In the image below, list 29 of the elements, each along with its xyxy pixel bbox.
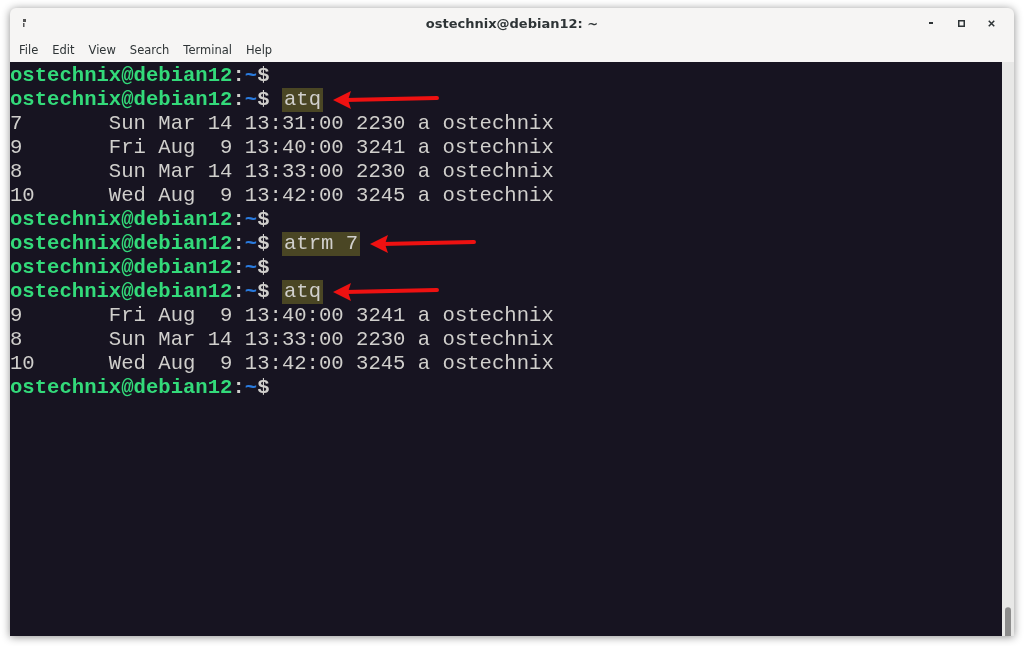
output-line: 10 Wed Aug 9 13:42:00 3245 a ostechnix [10, 184, 554, 208]
command-text: atrm 7 [281, 232, 361, 256]
output-line: 8 Sun Mar 14 13:33:00 2230 a ostechnix [10, 160, 554, 184]
minimize-icon [929, 22, 933, 24]
output-line: 9 Fri Aug 9 13:40:00 3241 a ostechnix [10, 136, 554, 160]
output-line: 10 Wed Aug 9 13:42:00 3245 a ostechnix [10, 352, 554, 376]
output-line: 8 Sun Mar 14 13:33:00 2230 a ostechnix [10, 328, 554, 352]
menu-item[interactable]: View [81, 41, 123, 59]
menu-item[interactable]: Search [122, 41, 177, 59]
menu-item[interactable]: Help [238, 41, 280, 59]
shell-prompt: ostechnix@debian12:~$ [10, 88, 270, 112]
pin-icon[interactable] [22, 19, 28, 27]
command-text: atq [281, 280, 323, 304]
scrollbar[interactable] [1002, 62, 1014, 636]
command-text: atq [281, 88, 323, 112]
shell-prompt: ostechnix@debian12:~$ [10, 256, 270, 280]
shell-prompt: ostechnix@debian12:~$ [10, 208, 270, 232]
shell-prompt: ostechnix@debian12:~$ [10, 376, 270, 400]
shell-prompt: ostechnix@debian12:~$ [10, 64, 270, 88]
menu-item[interactable]: Terminal [176, 41, 239, 59]
shell-prompt: ostechnix@debian12:~$ [10, 280, 270, 304]
menu-item[interactable]: File [12, 41, 46, 59]
maximize-icon [957, 19, 965, 27]
close-icon [987, 19, 995, 27]
output-line: 9 Fri Aug 9 13:40:00 3241 a ostechnix [10, 304, 554, 328]
menu-item[interactable]: Edit [45, 41, 82, 59]
window-title: ostechnix@debian12: ~ [425, 15, 599, 31]
output-line: 7 Sun Mar 14 13:31:00 2230 a ostechnix [10, 112, 554, 136]
shell-prompt: ostechnix@debian12:~$ [10, 232, 270, 256]
